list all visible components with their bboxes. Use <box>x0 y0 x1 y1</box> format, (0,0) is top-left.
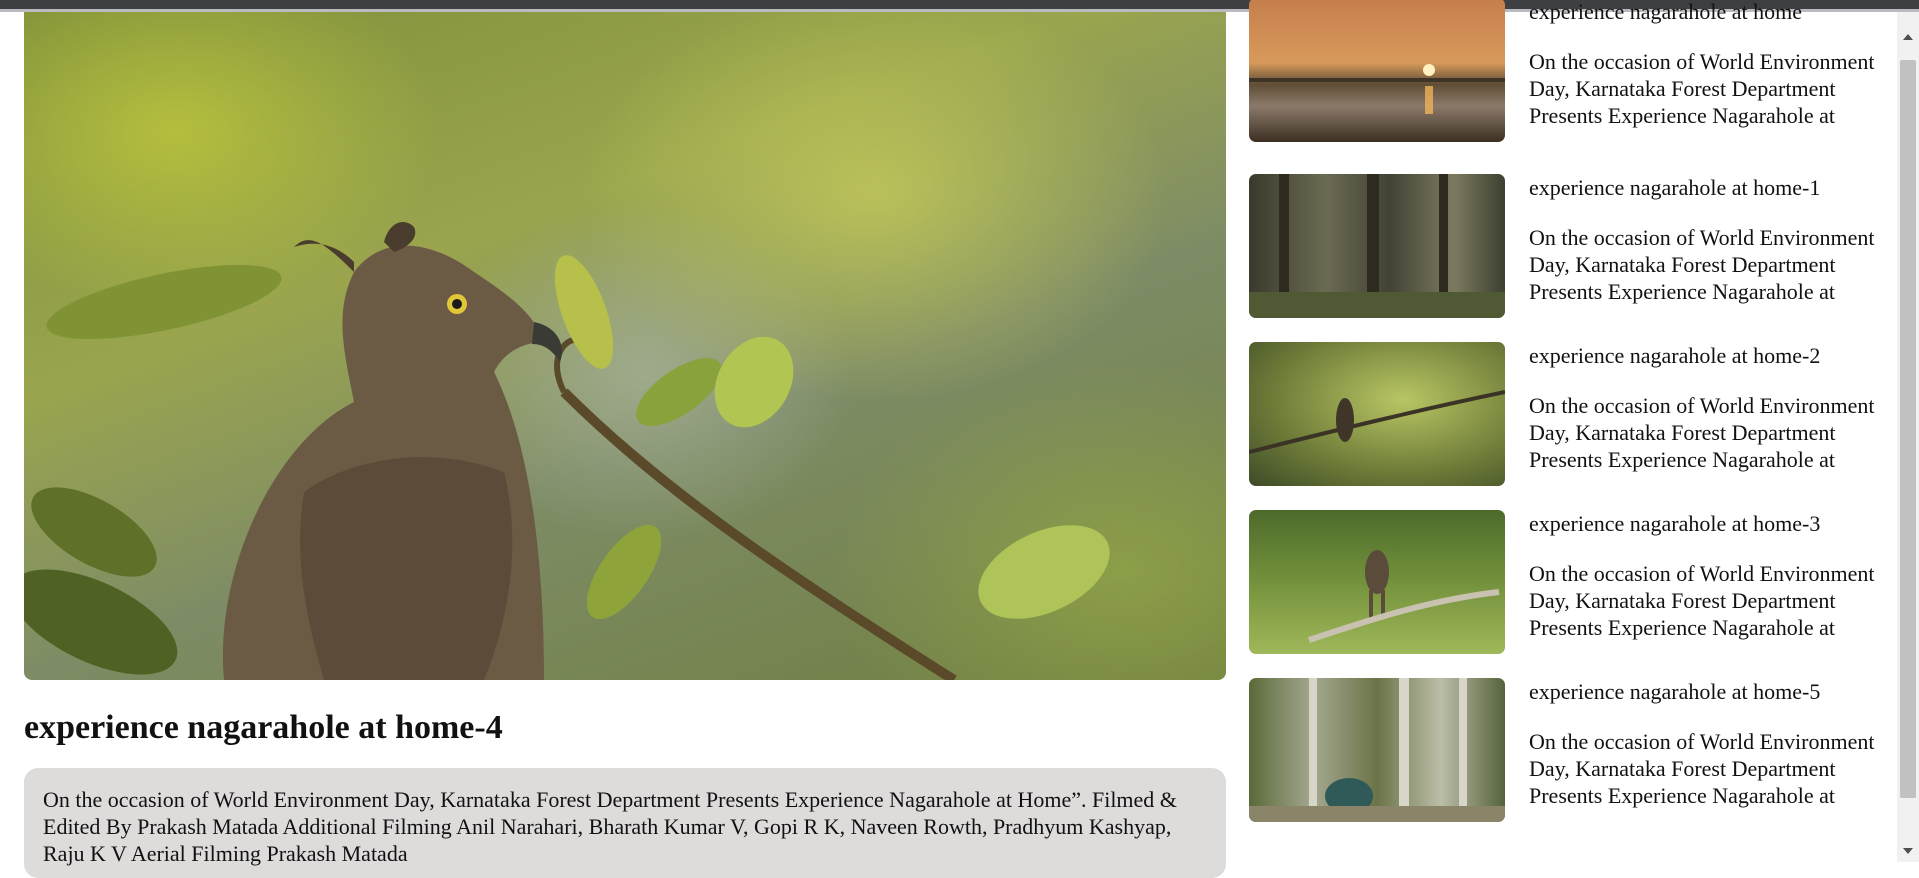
playlist-item-description: On the occasion of World Environment Day… <box>1529 393 1875 472</box>
forest-trees-icon <box>1249 174 1505 318</box>
thumbnail-peacock-forest[interactable] <box>1249 678 1505 822</box>
thumbnail-forest-langurs[interactable] <box>1249 174 1505 318</box>
video-title: experience nagarahole at home-4 <box>24 709 503 746</box>
playlist-item-description: On the occasion of World Environment Day… <box>1529 49 1875 128</box>
playlist-item-title[interactable]: experience nagarahole at home-3 <box>1529 510 1889 538</box>
peacock-icon <box>1249 678 1505 822</box>
scrollbar-thumb[interactable] <box>1900 60 1916 798</box>
thumbnail-sambar-deer[interactable] <box>1249 510 1505 654</box>
playlist-item[interactable]: experience nagarahole at home On the occ… <box>1248 0 1900 143</box>
deer-icon <box>1308 550 1500 643</box>
playlist-item-description: On the occasion of World Environment Day… <box>1529 561 1875 640</box>
vertical-scrollbar[interactable] <box>1897 12 1919 862</box>
video-playlist: experience nagarahole at home On the occ… <box>1248 0 1900 862</box>
playlist-item[interactable]: experience nagarahole at home-1 On the o… <box>1248 174 1900 319</box>
playlist-item[interactable]: experience nagarahole at home-5 On the o… <box>1248 678 1900 823</box>
playlist-item-title[interactable]: experience nagarahole at home-5 <box>1529 678 1889 706</box>
playlist-item-title[interactable]: experience nagarahole at home-2 <box>1529 342 1889 370</box>
eagle-branch-icon <box>1249 390 1505 454</box>
playlist-item-description: On the occasion of World Environment Day… <box>1529 225 1875 304</box>
playlist-item[interactable]: experience nagarahole at home-2 On the o… <box>1248 342 1900 487</box>
playlist-item[interactable]: experience nagarahole at home-3 On the o… <box>1248 510 1900 655</box>
playlist-item-title[interactable]: experience nagarahole at home-1 <box>1529 174 1889 202</box>
crested-serpent-eagle-frame <box>24 222 1110 680</box>
main-video-player[interactable] <box>24 12 1226 680</box>
sunset-icon <box>1249 64 1505 114</box>
thumbnail-eagle-perched[interactable] <box>1249 342 1505 486</box>
playlist-item-title[interactable]: experience nagarahole at home <box>1529 0 1889 26</box>
scroll-up-arrow-icon[interactable] <box>1903 34 1913 40</box>
thumbnail-sunset-lake[interactable] <box>1249 0 1505 142</box>
playlist-item-description: On the occasion of World Environment Day… <box>1529 729 1875 808</box>
scroll-down-arrow-icon[interactable] <box>1903 848 1913 854</box>
